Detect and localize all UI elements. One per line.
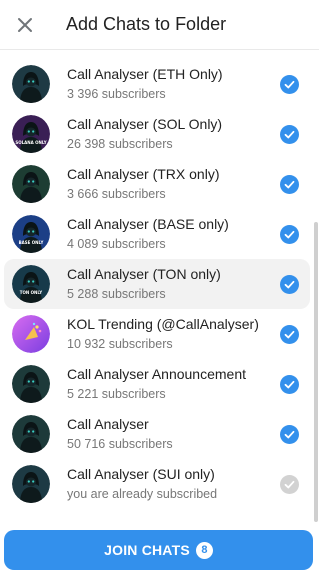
chat-subtitle: 10 932 subscribers xyxy=(67,337,173,351)
chat-subtitle: 3 396 subscribers xyxy=(67,87,166,101)
scrollbar[interactable] xyxy=(313,50,319,525)
chat-title: Call Analyser (BASE only) xyxy=(67,216,229,232)
close-icon xyxy=(18,17,32,32)
chat-text: KOL Trending (@CallAnalyser) 10 932 subsc… xyxy=(67,315,270,352)
chat-title: Call Analyser (ETH Only) xyxy=(67,66,223,82)
chat-avatar: BASE ONLY xyxy=(12,215,50,253)
chat-title: Call Analyser xyxy=(67,416,149,432)
chat-text: Call Analyser Announcement 5 221 subscrib… xyxy=(67,365,270,402)
chat-avatar: SOLANA ONLY xyxy=(12,115,50,153)
chat-subtitle: 26 398 subscribers xyxy=(67,137,173,151)
checked-checkbox[interactable] xyxy=(280,375,299,394)
disabled-checkbox xyxy=(280,475,299,494)
chat-text: Call Analyser (TRX only) 3 666 subscriber… xyxy=(67,165,270,202)
chat-subtitle: 5 288 subscribers xyxy=(67,287,166,301)
chat-avatar xyxy=(12,365,50,403)
chat-avatar xyxy=(12,465,50,503)
chat-text: Call Analyser (SOL Only) 26 398 subscribe… xyxy=(67,115,270,152)
chat-subtitle: 5 221 subscribers xyxy=(67,387,166,401)
chat-row[interactable]: Call Analyser (SUI only) you are already … xyxy=(4,459,310,509)
chat-text: Call Analyser (ETH Only) 3 396 subscriber… xyxy=(67,65,270,102)
checked-checkbox[interactable] xyxy=(280,425,299,444)
scrollbar-thumb[interactable] xyxy=(314,222,318,522)
checkmark-icon xyxy=(284,430,295,439)
chat-subtitle: 4 089 subscribers xyxy=(67,237,166,251)
chat-text: Call Analyser (SUI only) you are already … xyxy=(67,465,270,502)
chat-avatar xyxy=(12,415,50,453)
chat-avatar-badge: BASE ONLY xyxy=(18,240,44,245)
checkmark-icon xyxy=(284,80,295,89)
chat-avatar xyxy=(12,165,50,203)
chat-subtitle: 50 716 subscribers xyxy=(67,437,173,451)
join-chats-label: JOIN CHATS xyxy=(104,542,190,558)
chat-subtitle: 3 666 subscribers xyxy=(67,187,166,201)
chat-subtitle: you are already subscribed xyxy=(67,487,218,501)
checked-checkbox[interactable] xyxy=(280,175,299,194)
close-button[interactable] xyxy=(0,0,50,50)
checkmark-icon xyxy=(284,380,295,389)
checked-checkbox[interactable] xyxy=(280,275,299,294)
dialog-title: Add Chats to Folder xyxy=(66,14,227,34)
chat-title: Call Analyser Announcement xyxy=(67,366,246,382)
chat-title: Call Analyser (SUI only) xyxy=(67,466,215,482)
chat-row[interactable]: Call Analyser (ETH Only) 3 396 subscriber… xyxy=(4,59,310,109)
chat-row[interactable]: Call Analyser 50 716 subscribers xyxy=(4,409,310,459)
chat-avatar-badge: TON ONLY xyxy=(19,290,43,295)
chat-row[interactable]: SOLANA ONLY Call Analyser (SOL Only) 26 39… xyxy=(4,109,310,159)
chat-title: KOL Trending (@CallAnalyser) xyxy=(67,316,259,332)
checkmark-icon xyxy=(284,130,295,139)
join-chats-button[interactable]: JOIN CHATS 8 xyxy=(4,530,313,570)
checked-checkbox[interactable] xyxy=(280,125,299,144)
chat-avatar: TON ONLY xyxy=(12,265,50,303)
chat-row[interactable]: Call Analyser (TRX only) 3 666 subscriber… xyxy=(4,159,310,209)
checkmark-icon xyxy=(284,230,295,239)
chat-title: Call Analyser (SOL Only) xyxy=(67,116,223,132)
chat-avatar-badge: SOLANA ONLY xyxy=(15,140,47,145)
checkmark-icon xyxy=(284,280,295,289)
chat-text: Call Analyser (TON only) 5 288 subscriber… xyxy=(67,265,270,302)
chat-row[interactable]: TON ONLY Call Analyser (TON only) 5 288 su… xyxy=(4,259,310,309)
chat-title: Call Analyser (TON only) xyxy=(67,266,221,282)
chat-title: Call Analyser (TRX only) xyxy=(67,166,220,182)
checked-checkbox[interactable] xyxy=(280,75,299,94)
chat-row[interactable]: Call Analyser Announcement 5 221 subscrib… xyxy=(4,359,310,409)
chat-text: Call Analyser 50 716 subscribers xyxy=(67,415,270,452)
chat-avatar xyxy=(12,65,50,103)
chat-list: Call Analyser (ETH Only) 3 396 subscriber… xyxy=(0,59,312,519)
join-chats-count-badge: 8 xyxy=(195,541,213,559)
checkmark-icon xyxy=(284,330,295,339)
chat-row[interactable]: KOL Trending (@CallAnalyser) 10 932 subsc… xyxy=(4,309,310,359)
checked-checkbox[interactable] xyxy=(280,325,299,344)
chat-avatar xyxy=(12,315,50,353)
checkmark-icon xyxy=(284,480,295,489)
checkmark-icon xyxy=(284,180,295,189)
chat-text: Call Analyser (BASE only) 4 089 subscribe… xyxy=(67,215,270,252)
chat-row[interactable]: BASE ONLY Call Analyser (BASE only) 4 089 … xyxy=(4,209,310,259)
checked-checkbox[interactable] xyxy=(280,225,299,244)
dialog-header: Add Chats to Folder xyxy=(0,0,319,50)
